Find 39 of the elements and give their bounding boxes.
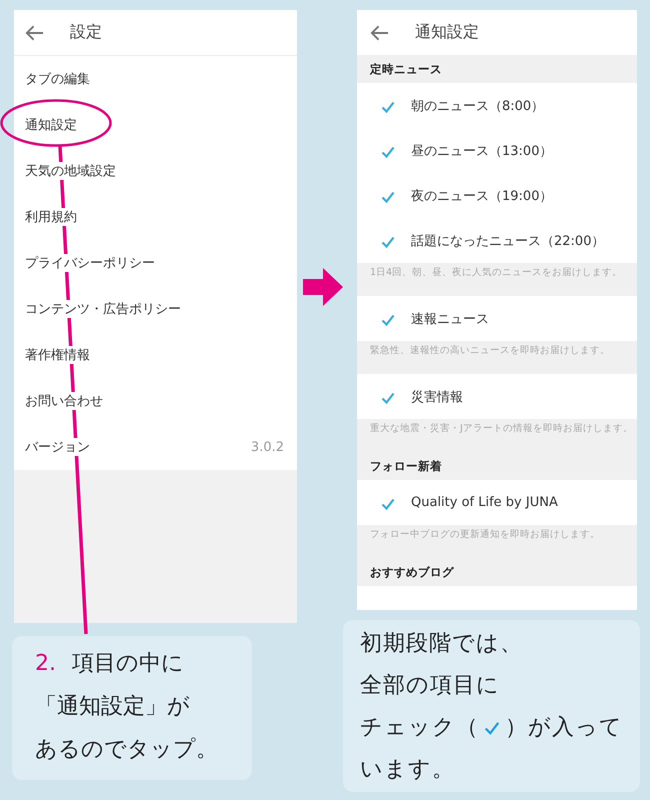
notification-option[interactable]: Quality of Life by JUNA — [357, 480, 637, 525]
notification-option[interactable]: 話題になったニュース（22:00） — [357, 218, 637, 263]
section-note: 重大な地震・災害・Jアラートの情報を即時お届けします。 — [357, 419, 637, 452]
section-header: おすすめブログ — [357, 558, 637, 586]
caption-text: 「通知設定」が — [35, 693, 190, 721]
settings-item[interactable]: タブの編集 — [14, 56, 297, 102]
section-header: フォロー新着 — [357, 452, 637, 480]
section-note: フォロー中ブログの更新通知を即時お届けします。 — [357, 525, 637, 558]
notification-option[interactable]: 朝のニュース（8:00） — [357, 83, 637, 128]
notification-option[interactable]: 速報ニュース — [357, 296, 637, 341]
settings-item[interactable]: お問い合わせ — [14, 378, 297, 424]
back-arrow-icon[interactable] — [370, 24, 389, 40]
notification-option[interactable]: 災害情報 — [357, 374, 637, 419]
caption-text: 項目の中に — [72, 650, 184, 678]
version-number: 3.0.2 — [250, 440, 284, 454]
caption-text: ）が入って — [505, 714, 623, 742]
section-header: 定時ニュース — [357, 55, 637, 83]
settings-item[interactable]: 利用規約 — [14, 194, 297, 240]
caption-text: チェック（ — [360, 714, 479, 742]
section-note: 1日4回、朝、昼、夜に人気のニュースをお届けします。 — [357, 263, 637, 296]
settings-item[interactable]: コンテンツ・広告ポリシー — [14, 286, 297, 332]
back-arrow-icon[interactable] — [25, 24, 44, 40]
section-note: 緊急性、速報性の高いニュースを即時お届けします。 — [357, 341, 637, 374]
caption-text: います。 — [360, 756, 455, 784]
screen-title: 通知設定 — [415, 22, 479, 43]
check-icon — [484, 721, 500, 735]
settings-item[interactable]: 通知設定 — [14, 102, 297, 148]
caption-text: 全部の項目に — [360, 672, 500, 700]
notification-option[interactable]: 昼のニュース（13:00） — [357, 128, 637, 173]
right-arrow-icon — [303, 268, 343, 306]
caption-text: あるのでタップ。 — [35, 736, 218, 764]
screen-title: 設定 — [70, 22, 102, 43]
settings-item[interactable]: バージョン 3.0.2 — [14, 424, 297, 470]
settings-item[interactable]: 天気の地域設定 — [14, 148, 297, 194]
settings-item[interactable]: 著作権情報 — [14, 332, 297, 378]
notification-option[interactable]: 夜のニュース（19:00） — [357, 173, 637, 218]
caption-text: 初期段階では、 — [360, 630, 523, 658]
step-number: 2. — [35, 650, 56, 678]
settings-item[interactable]: プライバシーポリシー — [14, 240, 297, 286]
